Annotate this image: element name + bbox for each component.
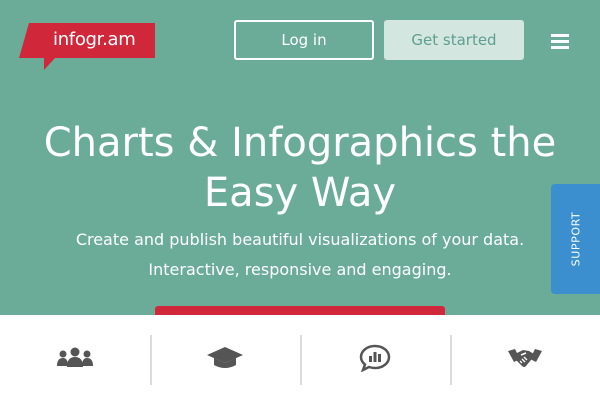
logo-text: infogr.am (53, 29, 136, 50)
chart-bubble-icon (359, 344, 391, 372)
support-tab[interactable]: SUPPORT (551, 184, 600, 294)
feature-partners[interactable] (450, 315, 600, 400)
hero-headline: Charts & Infographics the Easy Way (0, 118, 600, 218)
graduation-cap-icon (207, 346, 243, 368)
hamburger-menu-icon[interactable] (551, 34, 569, 50)
hero-subtitle-line2: Interactive, responsive and engaging. (148, 260, 452, 279)
hero-headline-line1: Charts & Infographics the (43, 120, 557, 166)
feature-charts[interactable] (300, 315, 450, 400)
hero-section: infogr.am Log in Get started Charts & In… (0, 0, 600, 326)
hero-headline-line2: Easy Way (203, 170, 397, 216)
infogram-logo[interactable]: infogr.am (19, 21, 156, 72)
hero-subtitle-line1: Create and publish beautiful visualizati… (75, 230, 525, 249)
handshake-icon (508, 348, 542, 367)
feature-education[interactable] (150, 315, 300, 400)
feature-users[interactable] (0, 315, 150, 400)
get-started-button[interactable]: Get started (384, 20, 524, 60)
login-button[interactable]: Log in (234, 20, 374, 60)
users-group-icon (57, 347, 93, 367)
support-tab-label: SUPPORT (569, 211, 582, 267)
feature-icons-bar (0, 315, 600, 400)
